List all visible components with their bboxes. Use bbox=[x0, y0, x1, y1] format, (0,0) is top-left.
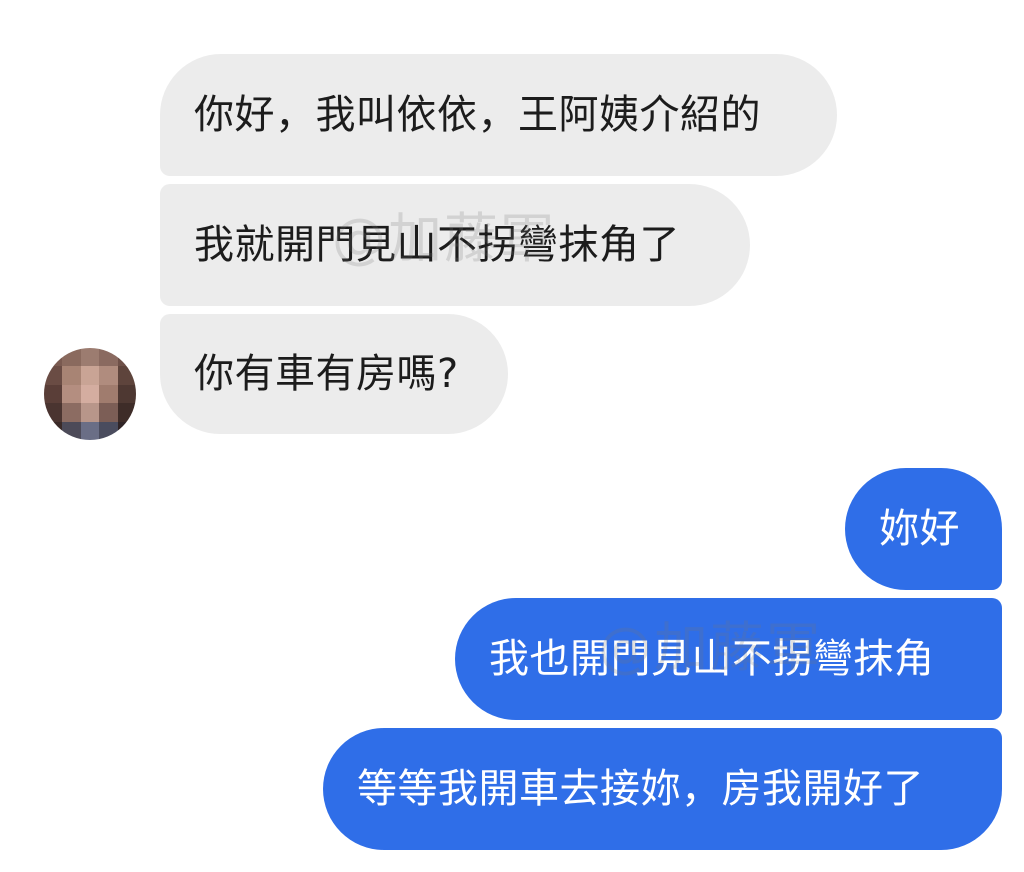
message-text: 等等我開車去接妳，房我開好了 bbox=[357, 766, 924, 812]
message-text: 你好，我叫依依，王阿姨介紹的 bbox=[194, 92, 761, 138]
avatar-pixel bbox=[44, 403, 63, 422]
message-text: 你有車有房嗎? bbox=[194, 351, 459, 397]
watermark: @加藤軍 bbox=[598, 616, 822, 679]
avatar-pixel bbox=[62, 421, 81, 440]
avatar-pixel bbox=[117, 403, 136, 422]
avatar-pixel bbox=[80, 403, 100, 422]
avatar-pixel bbox=[62, 366, 81, 385]
avatar-pixel bbox=[80, 348, 100, 367]
avatar-pixel bbox=[44, 421, 63, 440]
avatar-pixel bbox=[99, 421, 118, 440]
avatar-pixel bbox=[117, 384, 136, 404]
avatar-pixel bbox=[62, 403, 81, 422]
incoming-message-bubble[interactable]: 你有車有房嗎? bbox=[160, 314, 508, 434]
avatar-pixel bbox=[44, 384, 63, 404]
avatar-pixel bbox=[117, 421, 136, 440]
avatar-pixel bbox=[80, 366, 100, 385]
outgoing-message-bubble[interactable]: 妳好 bbox=[845, 468, 1002, 590]
message-text: 妳好 bbox=[879, 506, 960, 552]
outgoing-message-bubble[interactable]: 等等我開車去接妳，房我開好了 bbox=[323, 728, 1002, 850]
avatar-pixel bbox=[62, 348, 81, 367]
avatar-pixel bbox=[44, 348, 63, 367]
avatar-pixel bbox=[99, 403, 118, 422]
avatar-pixel bbox=[80, 421, 100, 440]
avatar-pixel bbox=[80, 384, 100, 404]
avatar-pixel bbox=[99, 348, 118, 367]
watermark: @加藤軍 bbox=[332, 207, 556, 270]
avatar-pixel bbox=[99, 366, 118, 385]
avatar-pixel bbox=[62, 384, 81, 404]
avatar-pixel bbox=[44, 366, 63, 385]
avatar-pixel bbox=[117, 348, 136, 367]
contact-avatar[interactable] bbox=[44, 348, 136, 440]
incoming-message-bubble[interactable]: 你好，我叫依依，王阿姨介紹的 bbox=[160, 54, 837, 176]
avatar-pixel bbox=[117, 366, 136, 385]
avatar-pixel bbox=[99, 384, 118, 404]
